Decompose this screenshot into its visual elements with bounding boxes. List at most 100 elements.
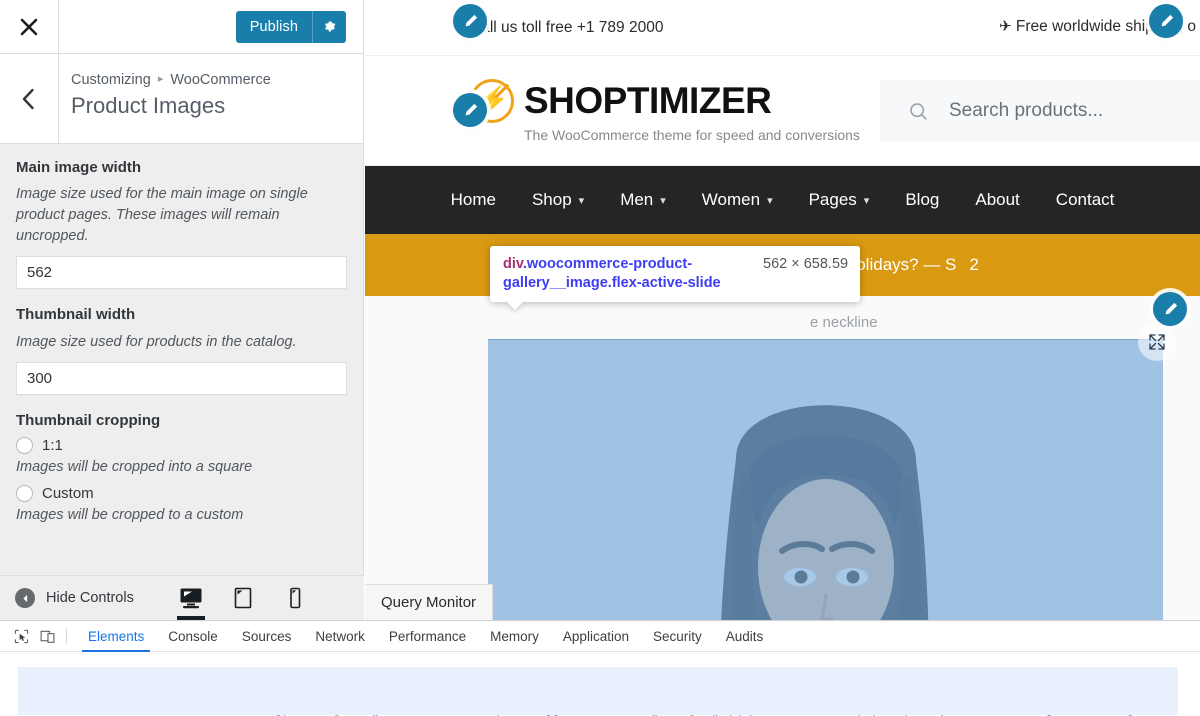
tablet-icon <box>234 587 252 609</box>
mobile-icon <box>290 587 301 609</box>
devtools-panel: Elements Console Sources Network Perform… <box>0 620 1200 716</box>
tab-elements[interactable]: Elements <box>76 621 156 652</box>
inspector-classes: .woocommerce-product-gallery__image.flex… <box>503 256 721 292</box>
nav-item-contact[interactable]: Contact <box>1038 190 1133 210</box>
radio-button[interactable] <box>16 485 33 503</box>
publish-button[interactable]: Publish <box>235 10 312 43</box>
customizer-header: Publish <box>0 0 363 54</box>
inspect-element-icon[interactable] <box>8 623 34 649</box>
radio-option-custom[interactable]: Custom <box>16 485 347 503</box>
devtools-tabbar: Elements Console Sources Network Perform… <box>0 621 1200 652</box>
breadcrumb: Customizing ▸ WooCommerce <box>71 72 271 88</box>
hide-controls-label: Hide Controls <box>46 590 134 606</box>
search-input[interactable]: Search products... <box>880 80 1200 142</box>
chevron-down-icon: ▾ <box>767 194 773 207</box>
tab-performance[interactable]: Performance <box>377 621 478 652</box>
main-navigation: Home Shop ▾ Men ▾ Women ▾ Pages ▾ Blog A… <box>365 166 1200 234</box>
device-tablet-button[interactable] <box>228 576 258 620</box>
nav-item-about[interactable]: About <box>957 190 1037 210</box>
devtools-element-highlight <box>488 339 1163 620</box>
customizer-titlebar: Customizing ▸ WooCommerce Product Images <box>0 54 363 144</box>
tab-application[interactable]: Application <box>551 621 641 652</box>
nav-item-blog[interactable]: Blog <box>887 190 957 210</box>
control-label: Main image width <box>16 159 142 176</box>
tab-console[interactable]: Console <box>156 621 230 652</box>
thumbnail-width-input[interactable] <box>16 361 347 395</box>
nav-item-home[interactable]: Home <box>433 190 514 210</box>
query-monitor-tab[interactable]: Query Monitor <box>365 584 494 620</box>
site-header: ⚡ SHOPTIMIZER The WooCommerce theme for … <box>365 56 1200 166</box>
tab-sources[interactable]: Sources <box>230 621 304 652</box>
control-label: Thumbnail width <box>16 306 136 324</box>
breadcrumb-section: WooCommerce <box>170 72 271 88</box>
brand-tagline: The WooCommerce theme for speed and conv… <box>524 126 860 143</box>
devtools-inspector-tooltip: div.woocommerce-product-gallery__image.f… <box>490 246 861 303</box>
query-monitor-label: Query Monitor <box>381 594 477 611</box>
control-main-image-width: Main image width Image size used for the… <box>16 158 347 305</box>
inspector-dimensions: 562 × 658.59 <box>763 256 849 272</box>
desktop-icon <box>180 588 202 609</box>
collapse-arrow-icon <box>15 588 35 608</box>
devtools-dom-tree[interactable]: ▼<figure class="woocommerce-product-gall… <box>0 652 1200 716</box>
tab-memory[interactable]: Memory <box>478 621 551 652</box>
expand-arrows-icon <box>1149 334 1165 350</box>
brand-name: SHOPTIMIZER <box>524 79 772 121</box>
plane-icon: ✈ <box>999 18 1012 35</box>
customizer-preview-frame: Call us toll free +1 789 2000 ✈ Free wor… <box>365 0 1200 620</box>
chevron-down-icon: ▾ <box>660 194 666 207</box>
nav-item-pages[interactable]: Pages ▾ <box>791 190 888 210</box>
expand-icon[interactable] <box>1138 323 1176 361</box>
control-thumbnail-width: Thumbnail width Image size used for prod… <box>16 305 347 410</box>
control-description: Image size used for products in the cata… <box>16 333 297 350</box>
tab-security[interactable]: Security <box>641 621 714 652</box>
nav-item-men[interactable]: Men ▾ <box>602 190 684 210</box>
inspector-tag: div <box>503 256 523 272</box>
selected-node-highlight <box>18 667 1178 715</box>
topbar-phone: Call us toll free +1 789 2000 <box>470 18 664 36</box>
radio-description: Images will be cropped to a custom <box>16 507 244 524</box>
control-label: Thumbnail cropping <box>16 411 161 429</box>
breadcrumb-root: Customizing <box>71 72 151 88</box>
close-customizer-button[interactable] <box>0 0 59 54</box>
customizer-controls: Main image width Image size used for the… <box>0 144 363 544</box>
radio-button[interactable] <box>16 436 33 454</box>
breadcrumb-separator-icon: ▸ <box>157 73 164 85</box>
edit-shortcut-pencil-icon[interactable] <box>1153 292 1187 326</box>
main-image-width-input[interactable] <box>16 256 347 290</box>
chevron-down-icon: ▾ <box>578 194 585 207</box>
radio-description: Images will be cropped into a square <box>16 458 253 475</box>
nav-item-shop[interactable]: Shop ▾ <box>514 190 602 210</box>
nav-label: Contact <box>1055 190 1115 209</box>
screen: Call us toll free +1 789 2000 ✈ Free wor… <box>0 0 1200 716</box>
nav-label: Shop <box>531 190 572 209</box>
cursor-select-icon <box>14 629 28 643</box>
nav-label: Pages <box>808 190 857 209</box>
publish-settings-button[interactable] <box>312 10 346 43</box>
device-toolbar-icon[interactable] <box>34 623 60 649</box>
nav-label: About <box>975 190 1020 209</box>
edit-shortcut-pencil-icon[interactable] <box>1149 4 1183 38</box>
promo-message-tail: 2 <box>969 255 979 274</box>
device-mobile-button[interactable] <box>280 576 310 620</box>
control-description: Image size used for the main image on si… <box>16 186 308 245</box>
tab-audits[interactable]: Audits <box>714 621 776 652</box>
device-desktop-button[interactable] <box>176 576 206 620</box>
edit-shortcut-pencil-icon[interactable] <box>453 4 487 38</box>
product-content: e neckline div.woocommerce-product-galle… <box>365 246 1200 620</box>
toolbar-divider <box>66 628 67 644</box>
radio-label: Custom <box>42 485 94 503</box>
nav-item-women[interactable]: Women ▾ <box>684 190 791 210</box>
tab-network[interactable]: Network <box>303 621 377 652</box>
back-button[interactable] <box>0 54 59 143</box>
site-topbar: Call us toll free +1 789 2000 ✈ Free wor… <box>365 0 1200 56</box>
nav-label: Women <box>701 190 761 209</box>
site-branding[interactable]: ⚡ SHOPTIMIZER The WooCommerce theme for … <box>470 78 860 143</box>
hide-controls-button[interactable]: Hide Controls <box>0 588 134 608</box>
nav-label: Home <box>450 190 496 209</box>
radio-option-1-1[interactable]: 1:1 <box>16 436 347 454</box>
gear-icon <box>325 21 336 32</box>
close-icon <box>20 18 38 35</box>
edit-shortcut-pencil-icon[interactable] <box>453 93 487 127</box>
search-placeholder: Search products... <box>949 100 1104 121</box>
page-title: Product Images <box>71 93 226 118</box>
